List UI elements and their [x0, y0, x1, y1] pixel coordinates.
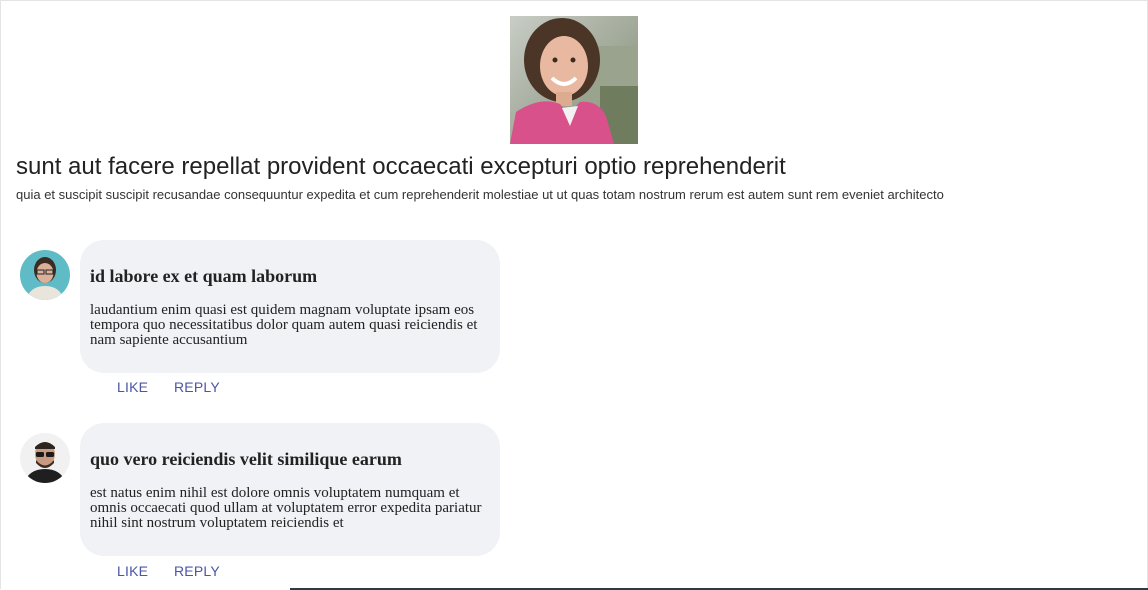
reply-button[interactable]: REPLY	[174, 379, 220, 395]
comment-bubble: id labore ex et quam laborum laudantium …	[80, 240, 500, 373]
comment-body: est natus enim nihil est dolore omnis vo…	[90, 485, 482, 531]
comment-avatar	[20, 433, 70, 483]
post-author-photo	[510, 16, 638, 144]
like-button[interactable]: LIKE	[117, 563, 148, 579]
comment-avatar	[20, 250, 70, 300]
like-button[interactable]: LIKE	[117, 379, 148, 395]
post-title: sunt aut facere repellat provident occae…	[16, 153, 786, 180]
comment-bubble: quo vero reiciendis velit similique earu…	[80, 423, 500, 556]
reply-button[interactable]: REPLY	[174, 563, 220, 579]
comment-body: laudantium enim quasi est quidem magnam …	[90, 302, 478, 348]
post-body: quia et suscipit suscipit recusandae con…	[16, 187, 944, 202]
comment-title: quo vero reiciendis velit similique earu…	[90, 449, 402, 469]
comment-title: id labore ex et quam laborum	[90, 266, 318, 286]
